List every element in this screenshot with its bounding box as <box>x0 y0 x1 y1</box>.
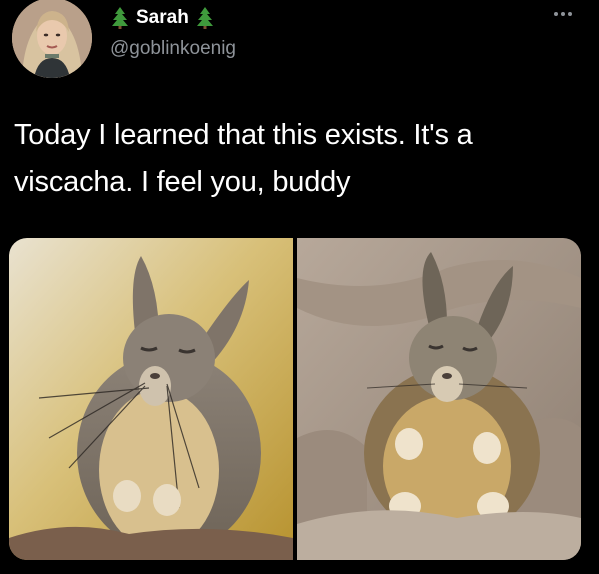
photo-right[interactable] <box>297 238 581 560</box>
dot <box>568 12 572 16</box>
avatar[interactable] <box>12 0 92 78</box>
author-handle[interactable]: @goblinkoenig <box>110 38 236 60</box>
dot <box>561 12 565 16</box>
evergreen-tree-icon <box>112 7 128 29</box>
tweet-text: Today I learned that this exists. It's a… <box>14 119 473 198</box>
author-name[interactable]: Sarah <box>136 7 189 29</box>
author-name-row[interactable]: Sarah <box>110 6 215 30</box>
photo-left[interactable] <box>9 238 293 560</box>
more-dots-icon[interactable] <box>554 12 572 16</box>
avatar-image <box>12 0 92 78</box>
viscacha-photo-right <box>297 238 581 560</box>
tweet-media[interactable] <box>9 238 581 560</box>
evergreen-tree-icon <box>196 7 213 29</box>
dot <box>554 12 558 16</box>
viscacha-photo-left <box>9 238 293 560</box>
